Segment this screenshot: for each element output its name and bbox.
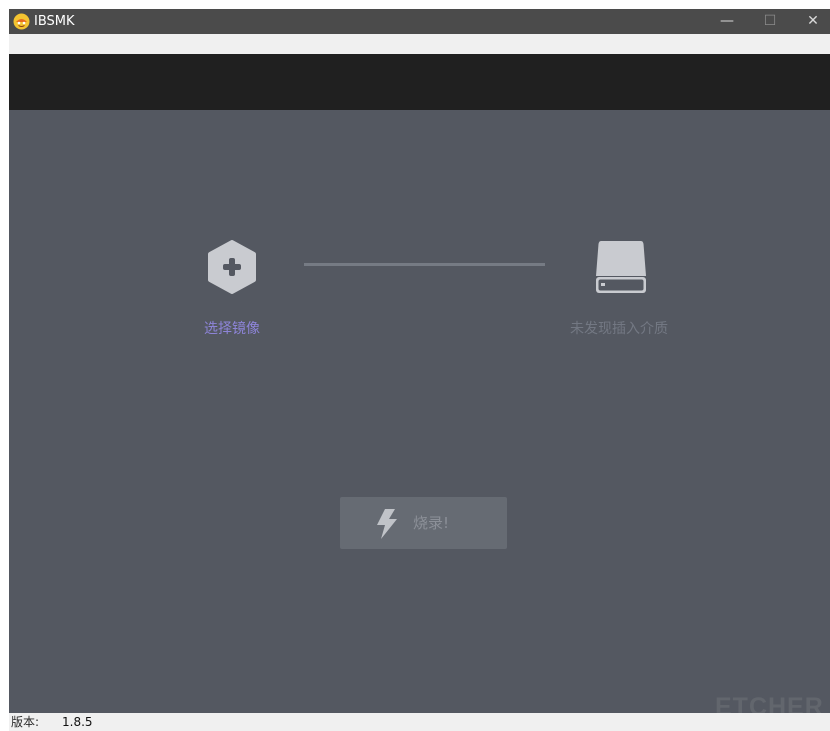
close-button[interactable]: ✕ <box>792 9 830 34</box>
version-label: 版本: <box>11 715 40 729</box>
select-image-label[interactable]: 选择镜像 <box>182 320 282 338</box>
version-value: 1.8.5 <box>62 715 93 729</box>
no-drive-label: 未发现插入介质 <box>570 321 668 337</box>
lightning-icon <box>377 509 397 539</box>
maximize-button[interactable]: ☐ <box>749 9 791 34</box>
minimize-button[interactable]: — <box>706 9 748 34</box>
window-titlebar[interactable]: IBSMK — ☐ ✕ <box>9 9 830 34</box>
flash-button-label: 烧录! <box>413 514 450 532</box>
window-title: IBSMK <box>34 14 75 29</box>
menu-bar <box>9 34 830 54</box>
flash-button[interactable]: 烧录! <box>340 497 507 549</box>
main-panel: 选择镜像 未发现插入介质 烧录! ETCHER <box>9 110 830 720</box>
drive-icon <box>596 241 646 293</box>
app-header <box>9 54 830 110</box>
step-connector <box>304 263 545 266</box>
plus-hexagon-icon[interactable] <box>208 240 256 294</box>
status-bar: 版本: 1.8.5 <box>9 713 830 731</box>
window-left-edge <box>0 0 9 731</box>
app-logo-icon <box>13 13 30 30</box>
